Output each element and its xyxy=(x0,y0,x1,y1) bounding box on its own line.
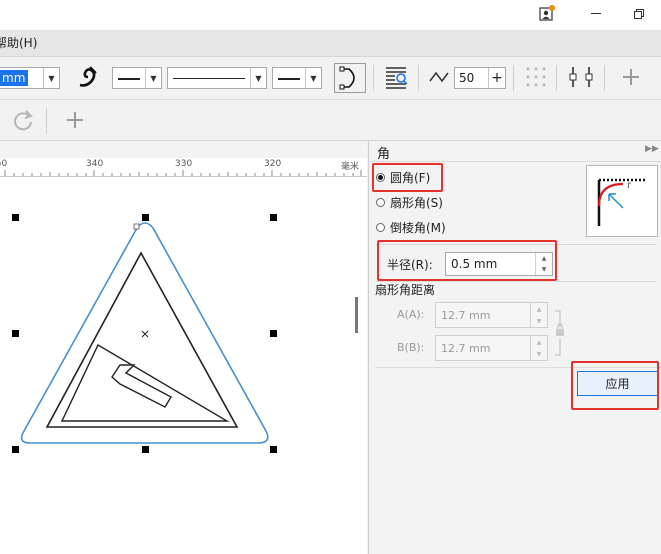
separator xyxy=(373,65,374,91)
ruler-tick-label: 330 xyxy=(175,159,193,169)
menu-item-help[interactable]: 帮助(H) xyxy=(0,34,37,51)
add-icon[interactable] xyxy=(64,108,86,132)
docker-header: 角 ▶▶ xyxy=(369,141,661,162)
user-account-icon[interactable] xyxy=(538,4,556,22)
preview-radius-letter: r xyxy=(627,180,632,191)
a-distance-input[interactable]: 12.7 mm ▲ ▼ xyxy=(435,302,548,328)
separator xyxy=(513,65,514,91)
calligraphy-tool-icon[interactable] xyxy=(76,65,100,89)
property-bar: mm ▼ ▼ ▼ ▼ 50 + xyxy=(0,57,661,100)
apply-label: 应用 xyxy=(605,377,630,391)
scallop-corner-radio[interactable] xyxy=(376,198,385,207)
docker-splitter[interactable] xyxy=(355,297,358,333)
title-bar xyxy=(0,0,661,30)
chevron-down-icon[interactable]: ▼ xyxy=(305,68,321,88)
radius-label: 半径(R): xyxy=(387,258,433,272)
end-arrowhead-dropdown[interactable]: ▼ xyxy=(272,67,322,89)
ruler-tick-label: 350 xyxy=(0,159,8,169)
miter-limit-value: 50 xyxy=(459,71,475,85)
ruler-unit-label: 毫米 xyxy=(341,162,360,172)
miter-limit-icon[interactable] xyxy=(428,67,450,87)
miter-limit-input[interactable]: 50 + xyxy=(454,67,506,89)
scallop-distance-title: 扇形角距离 xyxy=(375,283,436,297)
round-corner-label[interactable]: 圆角(F) xyxy=(390,169,430,186)
b-distance-value: 12.7 mm xyxy=(441,341,491,355)
lock-icon[interactable] xyxy=(553,309,567,357)
b-distance-spinner[interactable]: ▲ ▼ xyxy=(530,336,547,360)
node-handle xyxy=(133,223,140,230)
align-nodes-icon[interactable] xyxy=(567,65,595,89)
center-marker xyxy=(141,330,149,338)
ruler-tick-label: 340 xyxy=(86,159,104,169)
separator xyxy=(46,108,47,134)
units-dropdown[interactable]: mm ▼ xyxy=(0,67,60,89)
horizontal-ruler: 350 340 330 320 毫米 xyxy=(0,158,367,177)
docker-title: 角 xyxy=(377,147,391,162)
secondary-toolbar xyxy=(0,100,661,141)
radius-spinner[interactable]: ▲ ▼ xyxy=(535,253,552,275)
canvas-top-strip xyxy=(0,141,367,158)
separator xyxy=(556,65,557,91)
restore-icon[interactable] xyxy=(634,8,644,19)
wrap-text-icon[interactable] xyxy=(384,64,410,92)
b-distance-input[interactable]: 12.7 mm ▲ ▼ xyxy=(435,335,548,361)
menu-bar: 帮助(H) xyxy=(0,30,661,57)
corner-docker: 角 ▶▶ 圆角(F) 扇形角(S) 倒棱角(M) r 半径(R): 0.5 mm… xyxy=(368,141,661,554)
separator xyxy=(604,65,605,91)
line-style-dropdown[interactable]: ▼ xyxy=(167,67,267,89)
chevron-down-icon[interactable]: ▼ xyxy=(43,68,59,88)
transform-dots-icon xyxy=(524,65,548,89)
apply-button[interactable]: 应用 xyxy=(577,371,658,396)
scallop-corner-label[interactable]: 扇形角(S) xyxy=(390,194,443,211)
a-distance-value: 12.7 mm xyxy=(441,308,491,322)
chamfer-corner-label[interactable]: 倒棱角(M) xyxy=(390,219,446,236)
radius-value: 0.5 mm xyxy=(451,257,498,271)
chevron-down-icon[interactable]: ▼ xyxy=(145,68,161,88)
corner-preview: r xyxy=(586,165,658,237)
round-corner-radio[interactable] xyxy=(376,173,385,182)
ruler-tick-label: 320 xyxy=(264,159,282,169)
add-icon[interactable] xyxy=(620,65,642,89)
close-curve-icon[interactable] xyxy=(334,63,366,93)
start-arrowhead-dropdown[interactable]: ▼ xyxy=(112,67,162,89)
b-distance-label: B(B): xyxy=(397,341,425,354)
radius-input[interactable]: 0.5 mm ▲ ▼ xyxy=(445,252,553,276)
warning-sign-drawing[interactable] xyxy=(0,177,367,554)
a-distance-label: A(A): xyxy=(397,308,425,321)
units-value: mm xyxy=(0,70,29,86)
collapse-icon[interactable]: ▶▶ xyxy=(645,144,659,154)
minimize-icon[interactable] xyxy=(591,13,601,14)
chamfer-corner-radio[interactable] xyxy=(376,223,385,232)
plus-spin-icon[interactable]: + xyxy=(488,68,505,88)
chevron-down-icon[interactable]: ▼ xyxy=(250,68,266,88)
separator xyxy=(418,65,419,91)
a-distance-spinner[interactable]: ▲ ▼ xyxy=(530,303,547,327)
redo-icon[interactable] xyxy=(10,108,36,134)
